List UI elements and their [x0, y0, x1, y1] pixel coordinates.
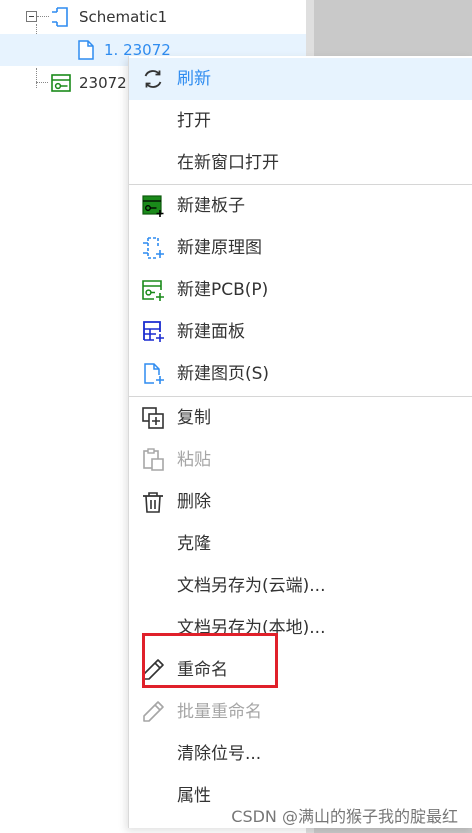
menu-item-label: 刷新	[177, 69, 211, 89]
menu-item-label: 删除	[177, 492, 211, 512]
paste-icon	[143, 448, 164, 471]
tree-item-schematic[interactable]: Schematic1	[0, 1, 306, 33]
new-pcb-icon	[142, 280, 164, 301]
menu-item-copy[interactable]: 复制	[129, 397, 472, 439]
new-panel-icon	[143, 321, 164, 342]
menu-item-label: 新建板子	[177, 196, 245, 216]
menu-item-new-board[interactable]: 新建板子	[129, 185, 472, 227]
menu-item-label: 复制	[177, 408, 211, 428]
menu-item-label: 打开	[177, 111, 211, 131]
menu-item-new-panel[interactable]: 新建面板	[129, 311, 472, 353]
menu-item-label: 新建面板	[177, 322, 245, 342]
watermark: CSDN @满山的猴子我的腚最红	[231, 807, 458, 826]
menu-item-clone[interactable]: 克隆	[129, 523, 472, 565]
menu-item-label: 批量重命名	[177, 702, 262, 722]
menu-item-batch-rename[interactable]: 批量重命名	[129, 691, 472, 733]
menu-item-open[interactable]: 打开	[129, 100, 472, 142]
menu-item-save-as-cloud[interactable]: 文档另存为(云端)...	[129, 565, 472, 607]
menu-item-label: 新建图页(S)	[177, 364, 270, 384]
menu-item-label: 在新窗口打开	[177, 153, 279, 173]
new-page-icon	[144, 363, 164, 384]
menu-item-new-page[interactable]: 新建图页(S)	[129, 353, 472, 395]
menu-item-clear-designators[interactable]: 清除位号...	[129, 733, 472, 775]
menu-item-label: 粘贴	[177, 450, 211, 470]
menu-item-open-new-window[interactable]: 在新窗口打开	[129, 142, 472, 184]
menu-item-label: 清除位号...	[177, 744, 262, 764]
trash-icon	[143, 492, 163, 513]
annotation-highlight-box	[142, 633, 278, 688]
menu-item-paste[interactable]: 粘贴	[129, 439, 472, 481]
menu-item-label: 新建原理图	[177, 238, 262, 258]
context-menu: 刷新 打开 在新窗口打开 新建板子 新建原理图 新建PCB(P) 新建面板 新建…	[128, 56, 472, 828]
menu-item-refresh[interactable]: 刷新	[129, 58, 472, 100]
copy-icon	[142, 407, 164, 429]
tree-item-label: Schematic1	[79, 8, 168, 26]
collapse-toggle-icon[interactable]	[26, 11, 37, 22]
new-board-icon	[142, 195, 164, 217]
refresh-icon	[144, 70, 162, 88]
menu-item-label: 属性	[177, 786, 211, 806]
tree-item-label: 23072	[79, 74, 127, 92]
menu-item-label: 新建PCB(P)	[177, 280, 269, 300]
pencil-icon	[143, 701, 164, 722]
menu-item-new-schematic[interactable]: 新建原理图	[129, 227, 472, 269]
menu-item-label: 克隆	[177, 534, 211, 554]
pcb-icon	[51, 74, 71, 92]
menu-item-delete[interactable]: 删除	[129, 481, 472, 523]
page-icon	[78, 40, 94, 60]
new-schematic-icon	[143, 237, 164, 259]
schematic-icon	[52, 7, 68, 27]
tree-connector	[37, 16, 49, 17]
menu-item-new-pcb[interactable]: 新建PCB(P)	[129, 269, 472, 311]
menu-item-label: 文档另存为(云端)...	[177, 576, 326, 596]
